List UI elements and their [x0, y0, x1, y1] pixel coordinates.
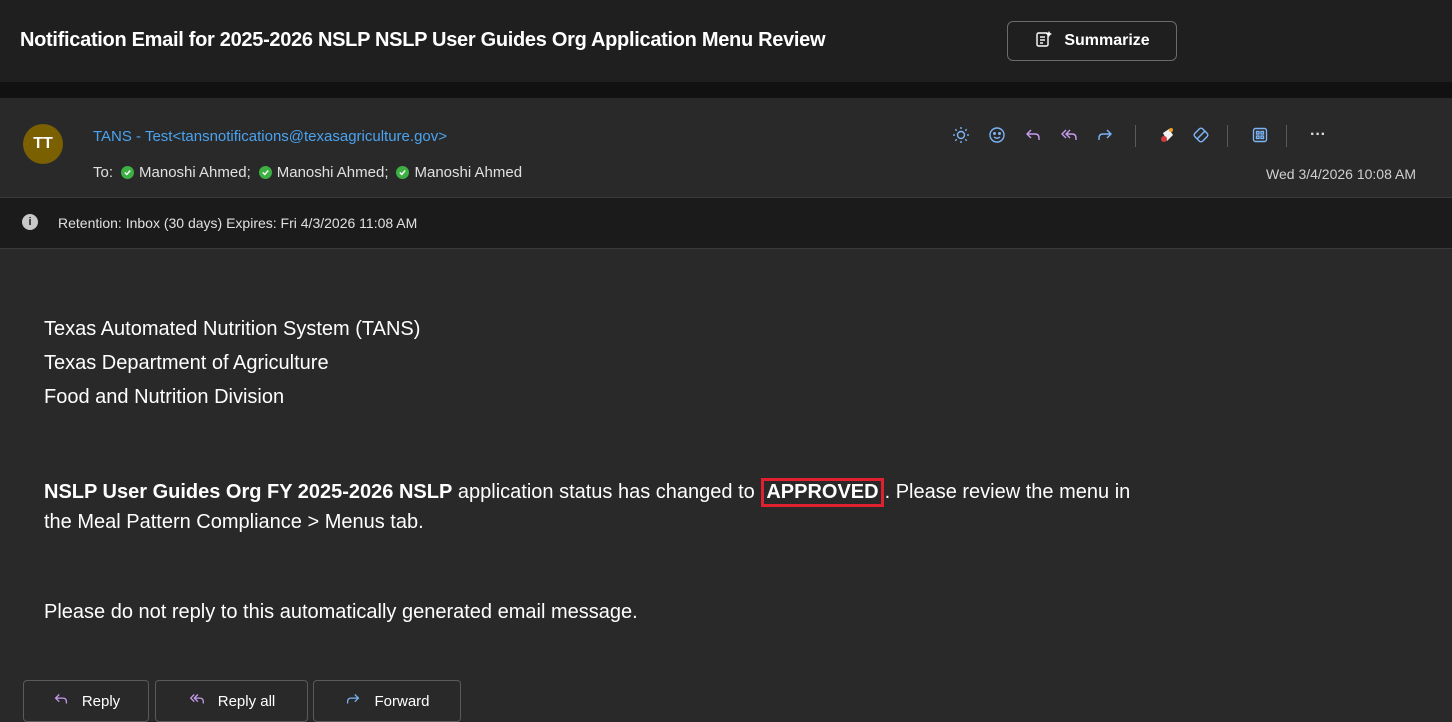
email-subject: Notification Email for 2025-2026 NSLP NS…: [20, 29, 826, 51]
retention-text: Retention: Inbox (30 days) Expires: Fri …: [58, 215, 418, 231]
forward-icon[interactable]: [1091, 121, 1119, 149]
received-date: Wed 3/4/2026 10:08 AM: [1266, 166, 1416, 182]
reply-icon[interactable]: [1019, 121, 1047, 149]
forward-icon: [344, 690, 362, 712]
recipient[interactable]: Manoshi Ahmed: [396, 164, 522, 181]
toolbar-divider: [1227, 125, 1228, 147]
org-line: Texas Department of Agriculture: [44, 352, 329, 374]
org-line: Texas Automated Nutrition System (TANS): [44, 318, 421, 340]
recipient-name: Manoshi Ahmed;: [139, 164, 251, 181]
avatar[interactable]: TT: [23, 124, 63, 164]
more-icon[interactable]: ···: [1304, 121, 1332, 149]
summarize-icon: [1034, 29, 1054, 54]
reply-all-label: Reply all: [217, 692, 276, 710]
recipient-name: Manoshi Ahmed;: [276, 164, 389, 181]
status-paragraph-line2: the Meal Pattern Compliance > Menus tab.: [44, 511, 424, 533]
message-toolbar: ···: [940, 121, 1430, 149]
org-name: NSLP User Guides Org FY 2025-2026 NSLP: [44, 481, 453, 503]
info-icon: i: [22, 214, 38, 230]
recipient[interactable]: Manoshi Ahmed;: [121, 164, 251, 181]
tag-icon[interactable]: [1153, 121, 1181, 149]
reply-label: Reply: [81, 692, 121, 710]
toolbar-divider: [1286, 125, 1287, 147]
retention-bar: i Retention: Inbox (30 days) Expires: Fr…: [0, 197, 1452, 249]
status-paragraph-line1: NSLP User Guides Org FY 2025-2026 NSLP a…: [44, 478, 1130, 507]
forward-label: Forward: [374, 692, 430, 710]
summarize-label: Summarize: [1064, 32, 1150, 49]
reply-all-icon: [188, 690, 206, 712]
sender-link[interactable]: TANS - Test<tansnotifications@texasagric…: [93, 128, 447, 145]
presence-available-icon: [258, 166, 272, 179]
summarize-button[interactable]: Summarize: [1007, 21, 1177, 61]
diamond-icon[interactable]: [1187, 121, 1215, 149]
apps-icon[interactable]: [1246, 121, 1274, 149]
footer-note: Please do not reply to this automaticall…: [44, 601, 638, 623]
recipient-name: Manoshi Ahmed: [414, 164, 523, 181]
sun-icon[interactable]: [947, 121, 975, 149]
toolbar-divider: [1135, 125, 1136, 147]
status-text: application status has changed to: [452, 481, 761, 503]
to-label: To:: [93, 164, 114, 181]
emoji-icon[interactable]: [983, 121, 1011, 149]
reply-all-button[interactable]: Reply all: [155, 680, 308, 722]
divider-band: [0, 82, 1452, 98]
reply-icon: [52, 690, 70, 712]
recipient[interactable]: Manoshi Ahmed;: [258, 164, 389, 181]
recipients-line: To: Manoshi Ahmed; Manoshi Ahmed; Manosh…: [93, 164, 522, 181]
org-line: Food and Nutrition Division: [44, 386, 285, 408]
presence-available-icon: [396, 166, 410, 179]
status-badge: APPROVED: [761, 478, 884, 507]
reply-button[interactable]: Reply: [23, 680, 149, 722]
subject-bar: Notification Email for 2025-2026 NSLP NS…: [0, 0, 1452, 82]
reply-all-icon[interactable]: [1055, 121, 1083, 149]
forward-button[interactable]: Forward: [313, 680, 461, 722]
status-text-after: . Please review the menu in: [884, 481, 1131, 503]
presence-available-icon: [121, 166, 135, 179]
